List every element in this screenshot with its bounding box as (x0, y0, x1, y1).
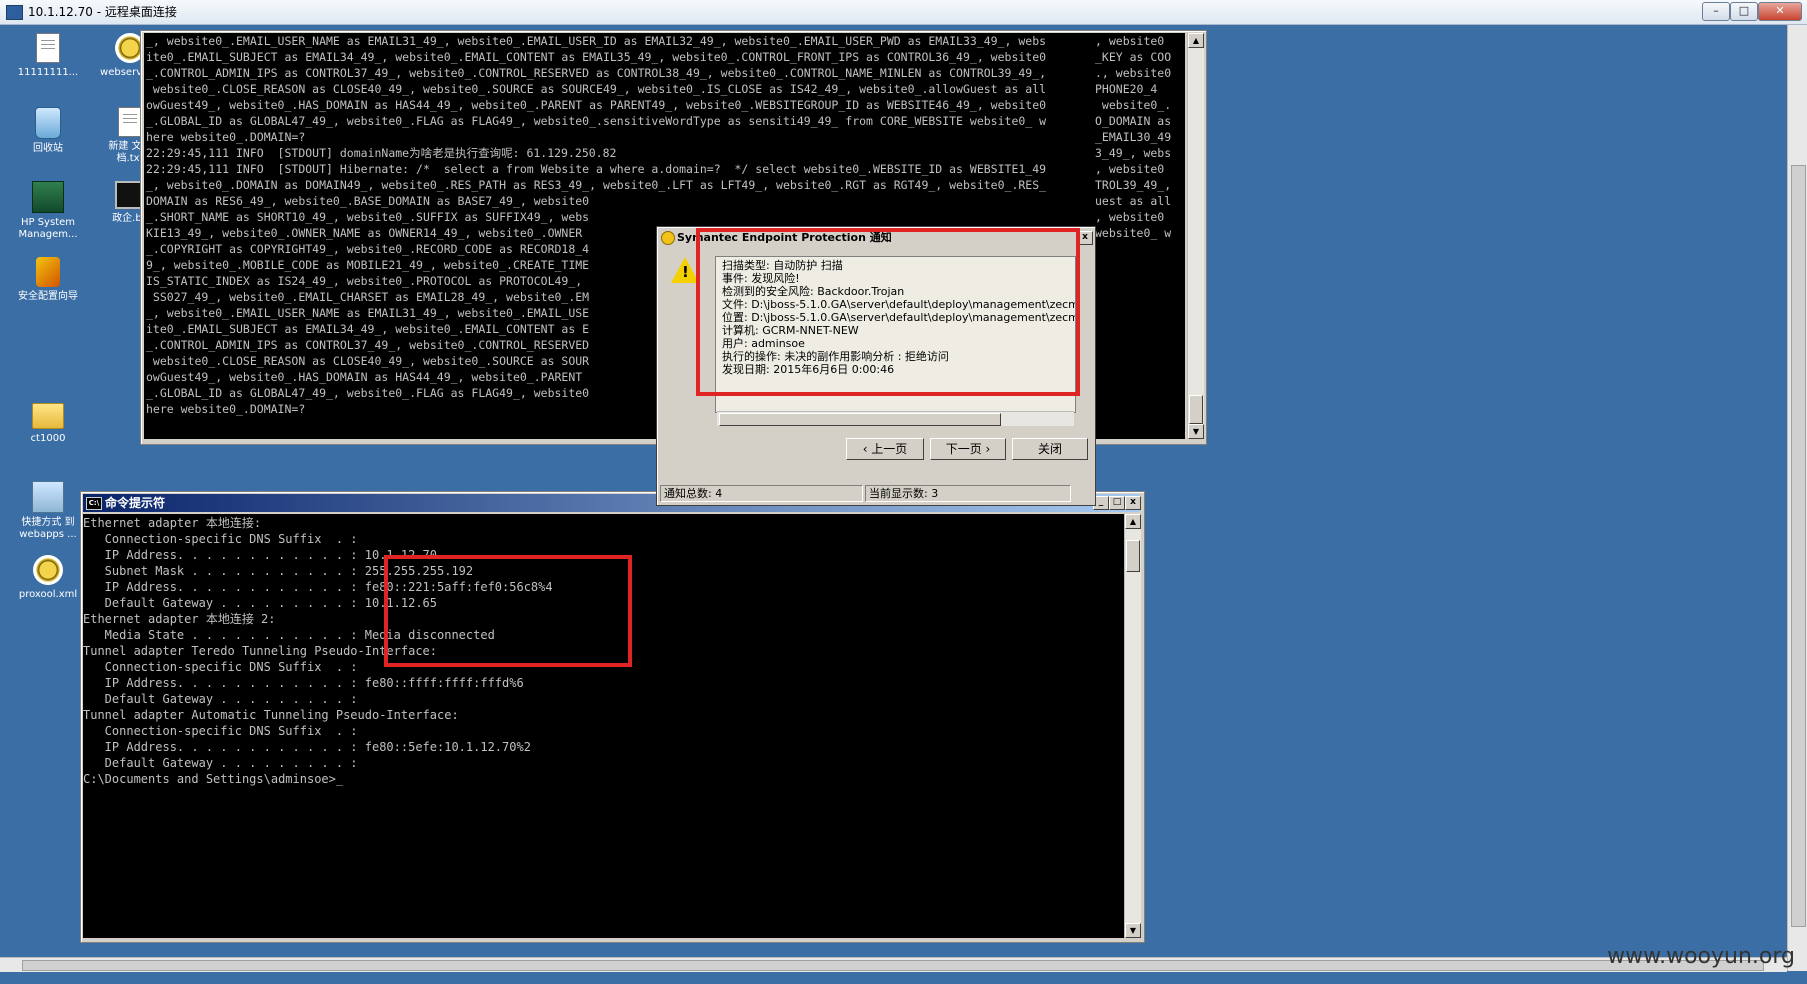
next-button[interactable]: 下一页 › (930, 438, 1006, 460)
desktop-icon[interactable]: 回收站 (6, 107, 90, 155)
scroll-thumb[interactable] (1126, 540, 1140, 572)
scroll-thumb[interactable] (22, 960, 1764, 971)
console-line: DOMAIN as RES6_49_, website0_.BASE_DOMAI… (146, 194, 590, 208)
close-dialog-button[interactable]: 关闭 (1012, 438, 1088, 460)
log-scrollbar[interactable]: ▲ ▼ (1187, 33, 1204, 439)
desktop-icon[interactable]: 安全配置向导 (6, 257, 90, 303)
remote-desktop-icon (6, 5, 23, 20)
console-line: 22:29:45,111 INFO [STDOUT] domainName为啥老… (146, 146, 617, 160)
console-line: _.CONTROL_ADMIN_IPS as CONTROL37_49_, we… (146, 66, 1047, 80)
folder-icon (32, 403, 64, 429)
desktop-icon-label: HP System Managem... (18, 217, 78, 240)
recycle-bin-icon (35, 107, 61, 139)
scroll-thumb[interactable] (719, 413, 1001, 426)
desktop-icon-label: 安全配置向导 (18, 291, 78, 302)
cmd-scrollbar[interactable]: ▲ ▼ (1124, 514, 1141, 938)
warning-icon: ! (671, 257, 699, 283)
console-line: O_DOMAIN as (1095, 114, 1172, 128)
console-line: website0_. (1095, 98, 1172, 112)
document-icon (118, 107, 142, 137)
cmd-title: 命令提示符 (105, 496, 166, 510)
minimize-button[interactable]: – (1702, 2, 1730, 21)
symantec-logo-icon (661, 231, 675, 245)
desktop-icon[interactable]: 11111111... (6, 33, 90, 79)
shown-notifications-status: 当前显示数: 3 (865, 485, 1071, 502)
console-line: website0_ w (1095, 226, 1172, 240)
scroll-up-arrow[interactable]: ▲ (1125, 514, 1141, 529)
console-line: , website0 (1095, 34, 1165, 48)
desktop-icon[interactable]: ct1000 (6, 403, 90, 445)
desktop-icon[interactable]: proxool.xml (6, 555, 90, 601)
config-icon (33, 555, 63, 585)
remote-desktop: 11111111...webservic...回收站新建 文本 档.txtHP … (0, 25, 1787, 947)
console-line: IP Address. . . . . . . . . . . . : fe80… (83, 676, 524, 690)
console-line: , website0 (1095, 210, 1165, 224)
console-line: Tunnel adapter Automatic Tunneling Pseud… (83, 708, 459, 722)
console-line: website0_.CLOSE_REASON as CLOSE40_49_, w… (146, 82, 1047, 96)
desktop-icon-label: ct1000 (30, 433, 66, 444)
console-line: _EMAIL30_49 (1095, 130, 1172, 144)
cmd-maximize-button[interactable]: □ (1109, 496, 1125, 510)
console-line: IP Address. . . . . . . . . . . . : fe80… (83, 740, 531, 754)
console-line: ., website0 (1095, 66, 1172, 80)
scroll-down-arrow[interactable]: ▼ (1125, 923, 1141, 938)
desktop-icon-label: 回收站 (33, 143, 63, 154)
rdp-window-title: 10.1.12.70 - 远程桌面连接 (28, 5, 177, 19)
console-line: Default Gateway . . . . . . . . . : (83, 756, 358, 770)
highlight-ip-config (384, 555, 632, 667)
cmd-icon: C:\ (86, 497, 102, 510)
details-hscrollbar[interactable] (717, 411, 1074, 426)
console-line: Ethernet adapter 本地连接: (83, 516, 262, 530)
close-button[interactable]: ✕ (1758, 2, 1802, 21)
maximize-button[interactable]: □ (1730, 2, 1758, 21)
console-line: uest as all (1095, 194, 1172, 208)
console-line: Connection-specific DNS Suffix . : (83, 532, 358, 546)
console-line: _.GLOBAL_ID as GLOBAL47_49_, website0_.F… (146, 114, 1047, 128)
console-line: here website0_.DOMAIN=? (146, 130, 306, 144)
desktop-icon-label: 快捷方式 到 webapps ... (19, 517, 77, 540)
console-line: owGuest49_, website0_.HAS_DOMAIN as HAS4… (146, 98, 1047, 112)
scroll-thumb[interactable] (1189, 395, 1203, 424)
console-line: 3_49_, webs (1095, 146, 1172, 160)
console-line: TROL39_49_, (1095, 178, 1172, 192)
console-line: , website0 (1095, 162, 1165, 176)
scroll-thumb[interactable] (1791, 165, 1806, 927)
rdp-horizontal-scrollbar[interactable] (0, 957, 1787, 972)
security-wizard-icon (36, 257, 60, 287)
console-line: Connection-specific DNS Suffix . : (83, 724, 358, 738)
console-line: Default Gateway . . . . . . . . . : (83, 692, 358, 706)
console-line: C:\Documents and Settings\adminsoe>_ (83, 772, 344, 786)
desktop-icon-label: 11111111... (17, 67, 79, 78)
console-line: _, website0_.EMAIL_USER_NAME as EMAIL31_… (146, 34, 1047, 48)
highlight-threat-details (696, 228, 1080, 396)
desktop-icon[interactable]: 快捷方式 到 webapps ... (6, 481, 90, 541)
shortcut-icon (32, 481, 64, 513)
console-line: 22:29:45,111 INFO [STDOUT] Hibernate: /*… (146, 162, 1047, 176)
hp-icon (32, 181, 64, 213)
console-line: _.SHORT_NAME as SHORT10_49_, website0_.S… (146, 210, 590, 224)
cmd-close-button[interactable]: x (1125, 496, 1141, 510)
rdp-vertical-scrollbar[interactable] (1787, 25, 1807, 971)
rdp-title-bar[interactable]: 10.1.12.70 - 远程桌面连接 – □ ✕ (0, 0, 1807, 25)
total-notifications-status: 通知总数: 4 (660, 485, 863, 502)
scroll-up-arrow[interactable]: ▲ (1188, 33, 1204, 48)
watermark: www.wooyun.org (1607, 944, 1795, 969)
document-icon (36, 33, 60, 63)
previous-button[interactable]: ‹ 上一页 (846, 438, 924, 460)
console-line: _KEY as COO (1095, 50, 1172, 64)
desktop-icon-label: proxool.xml (18, 589, 78, 600)
scroll-down-arrow[interactable]: ▼ (1188, 424, 1204, 439)
console-line: _, website0_.DOMAIN as DOMAIN49_, websit… (146, 178, 1047, 192)
console-line: ite0_.EMAIL_SUBJECT as EMAIL34_49_, webs… (146, 50, 1047, 64)
desktop-icon[interactable]: HP System Managem... (6, 181, 90, 241)
console-line: PHONE20_4 (1095, 82, 1158, 96)
